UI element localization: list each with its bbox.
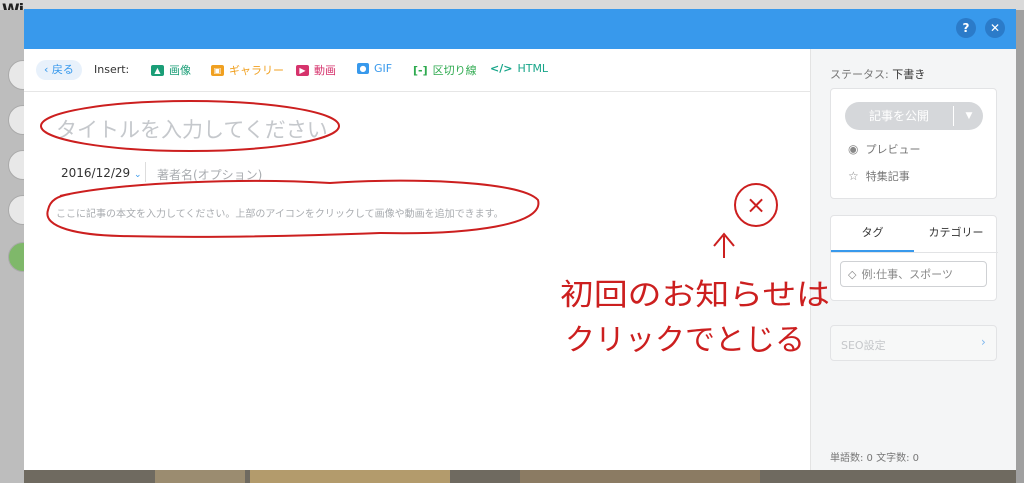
tab-tags[interactable]: タグ	[831, 216, 914, 252]
featured-label: 特集記事	[865, 170, 910, 183]
insert-gif-button[interactable]: ● GIF	[357, 62, 392, 75]
publish-button-group: 記事を公開 ▼	[845, 102, 983, 130]
editor-area: タイトルを入力してください 2016/12/29 ⌄ 著者名(オプション) ここ…	[24, 92, 810, 470]
tags-card: タグ カテゴリー ◇ 例:仕事、スポーツ	[830, 215, 998, 301]
insert-gif-label: GIF	[374, 62, 393, 75]
tag-input[interactable]: ◇ 例:仕事、スポーツ	[840, 261, 987, 287]
settings-sidebar: ステータス: 下書き 記事を公開 ▼ ◉ プレビュー ☆ 特集記事 タグ カテゴ…	[810, 49, 1016, 470]
code-icon: </>	[490, 62, 513, 75]
background-photo	[155, 470, 245, 483]
eye-icon: ◉	[848, 142, 859, 156]
divider	[953, 106, 954, 126]
video-icon: ▶	[296, 64, 309, 76]
seo-label: SEO設定	[841, 339, 886, 352]
help-icon[interactable]: ?	[956, 18, 976, 38]
image-icon: ▲	[151, 64, 164, 76]
status: ステータス: 下書き	[830, 66, 925, 82]
tag-input-placeholder: 例:仕事、スポーツ	[861, 268, 953, 281]
post-editor-modal: ? ✕ ‹ 戻る Insert: ▲ 画像 ▣ ギャラリー ▶ 動画 ● GIF…	[24, 9, 1016, 470]
author-input[interactable]: 著者名(オプション)	[157, 166, 262, 183]
background-photo	[520, 470, 760, 483]
chevron-right-icon: ›	[981, 335, 986, 349]
chevron-down-icon[interactable]: ▼	[955, 102, 983, 130]
insert-html-button[interactable]: </> HTML	[490, 62, 548, 75]
word-count: 単語数: 0 文字数: 0	[830, 453, 919, 464]
modal-header: ? ✕	[24, 9, 1016, 49]
insert-image-button[interactable]: ▲ 画像	[151, 62, 191, 78]
background-right-panel	[1016, 10, 1024, 483]
insert-image-label: 画像	[169, 64, 191, 77]
tab-categories[interactable]: カテゴリー	[914, 216, 998, 252]
insert-gallery-label: ギャラリー	[229, 64, 284, 77]
divider	[145, 162, 146, 182]
publish-card: 記事を公開 ▼ ◉ プレビュー ☆ 特集記事	[830, 88, 997, 199]
insert-divider-button[interactable]: [-] 区切り線	[413, 62, 477, 78]
status-label: ステータス:	[830, 68, 889, 81]
seo-settings-row[interactable]: SEO設定 ›	[830, 325, 997, 361]
status-value: 下書き	[892, 68, 926, 81]
divider-icon: [-]	[413, 63, 428, 77]
publish-button[interactable]: 記事を公開	[845, 102, 953, 130]
tabs: タグ カテゴリー	[831, 216, 998, 253]
preview-label: プレビュー	[865, 143, 921, 156]
title-input[interactable]: タイトルを入力してください	[56, 114, 328, 144]
close-icon[interactable]: ✕	[985, 18, 1005, 38]
featured-toggle[interactable]: ☆ 特集記事	[848, 168, 910, 184]
date-picker[interactable]: 2016/12/29 ⌄	[61, 166, 142, 180]
date-value: 2016/12/29	[61, 166, 131, 180]
chevron-down-icon: ⌄	[134, 170, 142, 180]
insert-gallery-button[interactable]: ▣ ギャラリー	[211, 62, 284, 78]
insert-toolbar: ‹ 戻る Insert: ▲ 画像 ▣ ギャラリー ▶ 動画 ● GIF [-]…	[24, 49, 810, 92]
insert-divider-label: 区切り線	[432, 64, 477, 77]
star-icon: ☆	[848, 169, 859, 183]
background-photo	[250, 470, 450, 483]
preview-link[interactable]: ◉ プレビュー	[848, 141, 920, 157]
tag-icon: ◇	[848, 267, 857, 281]
gallery-icon: ▣	[211, 64, 224, 76]
gif-icon: ●	[357, 63, 369, 74]
insert-video-label: 動画	[314, 64, 336, 77]
chevron-left-icon: ‹	[44, 63, 49, 76]
body-input[interactable]: ここに記事の本文を入力してください。上部のアイコンをクリックして画像や動画を追加…	[56, 205, 504, 220]
insert-video-button[interactable]: ▶ 動画	[296, 62, 336, 78]
insert-html-label: HTML	[517, 62, 549, 75]
insert-label: Insert:	[94, 63, 130, 76]
back-button[interactable]: ‹ 戻る	[36, 60, 82, 80]
back-button-label: 戻る	[51, 63, 74, 76]
